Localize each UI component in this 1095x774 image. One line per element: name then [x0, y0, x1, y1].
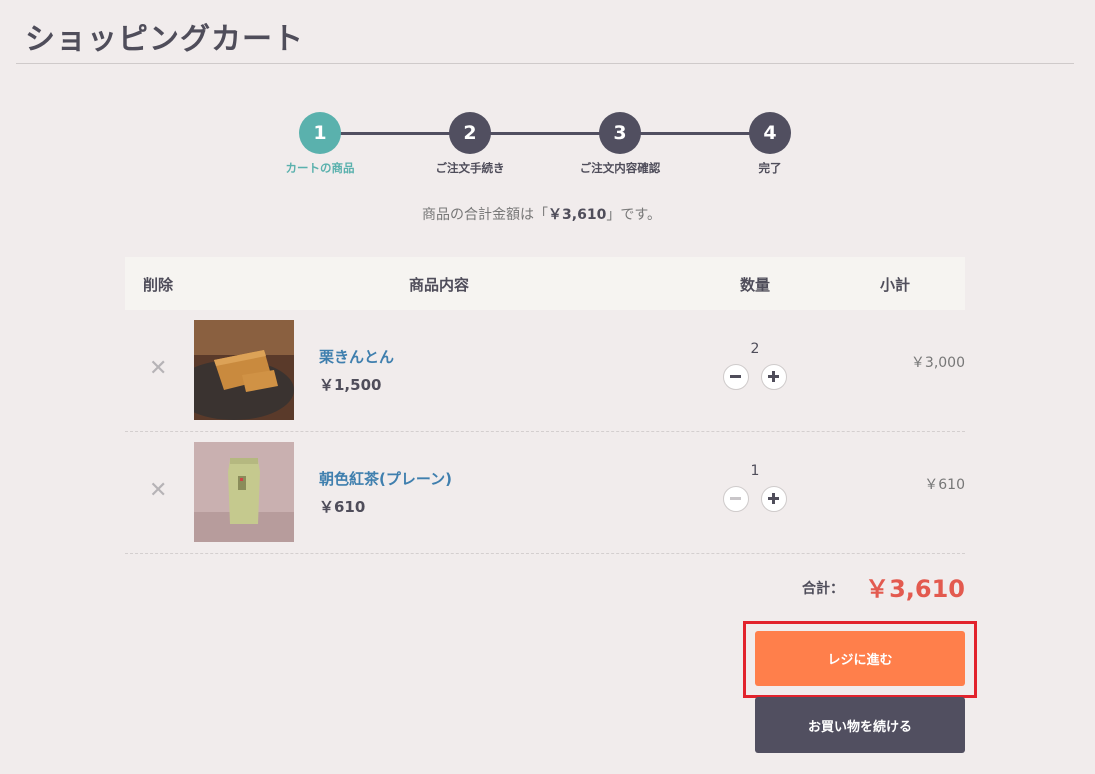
summary-suffix: 」です。 — [606, 207, 661, 223]
step-cart: 1 カートの商品 — [250, 112, 390, 176]
header-quantity: 数量 — [740, 276, 771, 294]
table-row: ✕ 朝色紅茶(プレーン) ￥610 1 ￥610 — [125, 432, 965, 554]
header-subtotal: 小計 — [880, 276, 911, 294]
step-complete: 4 完了 — [700, 112, 840, 176]
cart-table: 削除 商品内容 数量 小計 ✕ 栗きんとん ￥1,500 2 ￥3,000 ✕ … — [125, 257, 965, 554]
minus-icon — [730, 497, 741, 500]
step-order-confirm: 3 ご注文内容確認 — [550, 112, 690, 176]
product-image[interactable] — [194, 320, 294, 420]
remove-item-button[interactable]: ✕ — [149, 358, 167, 380]
header-product: 商品内容 — [409, 276, 470, 294]
plus-icon — [768, 493, 779, 504]
product-price: ￥610 — [319, 498, 366, 516]
quantity-value: 1 — [750, 463, 760, 479]
step-number: 4 — [749, 112, 791, 154]
product-name-link[interactable]: 朝色紅茶(プレーン) — [319, 468, 452, 489]
plus-icon — [768, 371, 779, 382]
product-image[interactable] — [194, 442, 294, 542]
step-label: ご注文内容確認 — [579, 161, 661, 175]
total-label: 合計： — [802, 581, 844, 597]
step-label: 完了 — [758, 161, 782, 175]
page-title: ショッピングカート — [25, 22, 304, 57]
increase-quantity-button[interactable] — [761, 364, 787, 390]
minus-icon — [730, 375, 741, 378]
checkout-stepper: 1 カートの商品 2 ご注文手続き 3 ご注文内容確認 4 完了 — [0, 112, 1095, 182]
increase-quantity-button[interactable] — [761, 486, 787, 512]
summary-amount: ￥3,610 — [548, 207, 607, 223]
step-number: 2 — [449, 112, 491, 154]
step-number: 1 — [299, 112, 341, 154]
table-row: ✕ 栗きんとん ￥1,500 2 ￥3,000 — [125, 310, 965, 432]
step-label: カートの商品 — [285, 161, 355, 175]
remove-item-button[interactable]: ✕ — [149, 480, 167, 502]
step-order-procedure: 2 ご注文手続き — [400, 112, 540, 176]
decrease-quantity-button[interactable] — [723, 486, 749, 512]
total-value: ￥3,610 — [865, 575, 965, 603]
product-price: ￥1,500 — [319, 376, 382, 394]
row-subtotal: ￥610 — [924, 477, 965, 493]
product-name-link[interactable]: 栗きんとん — [319, 346, 394, 367]
header-remove: 削除 — [143, 276, 174, 294]
row-subtotal: ￥3,000 — [910, 355, 965, 371]
decrease-quantity-button[interactable] — [723, 364, 749, 390]
quantity-value: 2 — [750, 341, 760, 357]
continue-shopping-button[interactable]: お買い物を続ける — [755, 697, 965, 753]
table-header: 削除 商品内容 数量 小計 — [125, 257, 965, 310]
step-label: ご注文手続き — [435, 161, 505, 175]
title-divider — [16, 63, 1074, 64]
step-number: 3 — [599, 112, 641, 154]
checkout-button[interactable]: レジに進む — [755, 631, 965, 686]
summary-prefix: 商品の合計金額は「 — [422, 207, 549, 223]
cart-total-summary: 商品の合計金額は「￥3,610」です。 — [0, 204, 1083, 224]
